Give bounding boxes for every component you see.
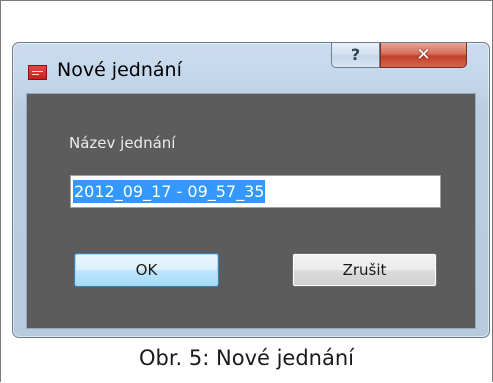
figure-caption: Obr. 5: Nové jednání — [138, 346, 354, 370]
meeting-name-value: 2012_09_17 - 09_57_35 — [73, 180, 266, 203]
meeting-name-input[interactable]: 2012_09_17 - 09_57_35 — [70, 175, 441, 208]
cancel-button[interactable]: Zrušit — [292, 253, 437, 287]
dialog-body: Název jednání 2012_09_17 - 09_57_35 OK Z… — [26, 93, 476, 329]
title-bar[interactable]: Nové jednání ? ✕ — [13, 43, 489, 93]
help-icon: ? — [350, 45, 361, 64]
meeting-name-label: Název jednání — [69, 134, 176, 152]
ok-button[interactable]: OK — [74, 253, 219, 287]
close-icon: ✕ — [416, 44, 431, 65]
help-button[interactable]: ? — [331, 43, 380, 68]
dialog-title: Nové jednání — [57, 59, 182, 81]
dialog-window: Nové jednání ? ✕ Název jednání 2012_09_1… — [12, 42, 490, 338]
close-button[interactable]: ✕ — [380, 43, 467, 68]
app-logo-icon — [28, 65, 47, 80]
